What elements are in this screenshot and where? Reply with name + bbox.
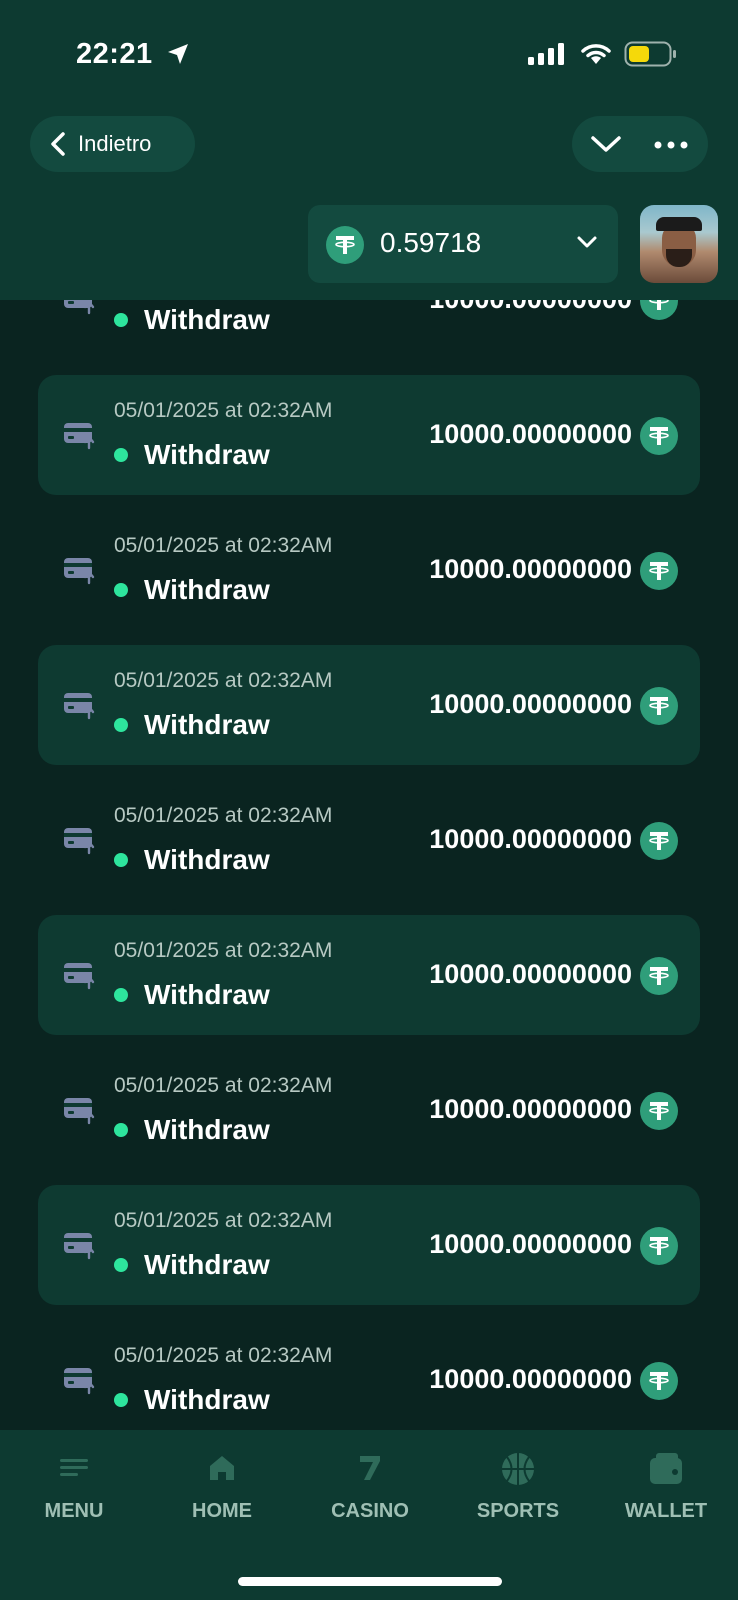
withdraw-card-icon [64,1233,95,1260]
transaction-amount: 10000.00000000 [429,1229,632,1259]
location-arrow-icon [168,44,188,64]
wifi-icon [581,44,611,64]
chevron-left-icon [51,132,65,156]
tether-coin-icon [326,226,364,264]
nav-label-wallet: WALLET [624,1500,708,1522]
transaction-type: Withdraw [144,1249,270,1280]
back-button-label: Indietro [78,131,152,156]
transaction-type: Withdraw [144,979,270,1010]
tether-coin-icon [640,1092,678,1130]
transaction-type: Withdraw [144,1114,270,1145]
withdraw-card-icon [64,1368,95,1395]
withdraw-card-icon [64,558,95,585]
transaction-type: Withdraw [144,1384,270,1415]
transaction-amount: 10000.00000000 [429,959,632,989]
tether-coin-icon [640,687,678,725]
transaction-date: 05/01/2025 at 02:32AM [114,939,333,962]
transaction-type: Withdraw [144,304,270,335]
transaction-type: Withdraw [144,574,270,605]
withdraw-card-icon [64,1098,95,1125]
balance-value: 0.59718 [380,227,482,258]
transaction-row[interactable]: 05/01/2025 at 02:32AMWithdraw10000.00000… [38,300,700,360]
transaction-type: Withdraw [144,709,270,740]
transaction-amount: 10000.00000000 [429,554,632,584]
bottom-nav: MENU HOME CASINO SPORTS WALLET [0,1430,738,1600]
chevron-down-icon[interactable] [590,132,622,156]
status-dot [114,1393,128,1407]
transaction-amount: 10000.00000000 [429,824,632,854]
transaction-row[interactable]: 05/01/2025 at 02:32AM Withdraw 10000.00000… [38,780,700,900]
transaction-date: 05/01/2025 at 02:32AM [114,1074,333,1097]
basketball-icon [502,1453,534,1485]
chevron-down-icon [577,236,597,248]
home-icon [210,1456,234,1480]
more-options-icon[interactable] [654,141,688,149]
tether-coin-icon [640,417,678,455]
transaction-row[interactable]: 05/01/2025 at 02:32AM Withdraw 10000.00000… [38,1050,700,1170]
status-dot [114,583,128,597]
tether-coin-icon [640,1227,678,1265]
transaction-row[interactable]: 05/01/2025 at 02:32AM Withdraw 10000.00000… [38,375,700,495]
transaction-row[interactable]: 05/01/2025 at 02:32AM Withdraw 10000.00000… [38,1185,700,1305]
transaction-date: 05/01/2025 at 02:32AM [114,1344,333,1367]
status-dot [114,853,128,867]
withdraw-card-icon [64,693,95,720]
battery-icon [624,41,676,67]
status-dot [114,988,128,1002]
back-button[interactable]: Indietro [30,116,195,172]
top-header: 22:21 Indietro 0.59718 [0,0,738,300]
home-indicator [238,1577,502,1586]
transaction-row[interactable]: 05/01/2025 at 02:32AM Withdraw 10000.00000… [38,1320,700,1430]
transaction-row[interactable]: 05/01/2025 at 02:32AM Withdraw 10000.00000… [38,645,700,765]
balance-selector[interactable]: 0.59718 [308,205,618,283]
tether-coin-icon [640,300,678,320]
nav-label-sports: SPORTS [476,1500,560,1522]
transaction-date: 05/01/2025 at 02:32AM [114,669,333,692]
transaction-list[interactable]: 05/01/2025 at 02:32AM Withdraw 10000.00000… [0,300,738,1430]
header-actions [572,116,708,172]
tether-coin-icon [640,822,678,860]
cellular-signal-icon [528,43,564,65]
transaction-date: 05/01/2025 at 02:32AM [114,804,333,827]
transaction-type: Withdraw [144,439,270,470]
tether-coin-icon [640,552,678,590]
transaction-date: 05/01/2025 at 02:32AM [114,1209,333,1232]
withdraw-card-icon [64,423,95,450]
tether-coin-icon [640,1362,678,1400]
transaction-date: 05/01/2025 at 02:32AM [114,399,333,422]
casino-seven-icon [360,1456,380,1480]
avatar-cap [656,217,702,231]
status-time: 22:21 [76,38,153,70]
withdraw-card-icon [64,300,95,315]
withdraw-card-icon [64,963,95,990]
withdraw-card-icon [64,828,95,855]
transaction-row[interactable]: 05/01/2025 at 02:32AM Withdraw 10000.00000… [38,510,700,630]
transaction-amount: 10000.00000000 [429,300,632,315]
transaction-row[interactable]: 05/01/2025 at 02:32AM Withdraw 10000.00000… [38,915,700,1035]
status-dot [114,448,128,462]
status-dot [114,1123,128,1137]
tether-coin-icon [640,957,678,995]
nav-label-menu: MENU [44,1500,104,1522]
transaction-amount: 10000.00000000 [429,1364,632,1394]
transaction-amount: 10000.00000000 [429,689,632,719]
nav-label-casino: CASINO [331,1500,409,1522]
wallet-icon [650,1453,682,1484]
avatar[interactable] [640,205,718,283]
transaction-date: 05/01/2025 at 02:32AM [114,534,333,557]
transaction-amount: 10000.00000000 [429,419,632,449]
menu-icon [60,1459,88,1476]
status-dot [114,718,128,732]
status-dot [114,313,128,327]
transaction-type: Withdraw [144,844,270,875]
nav-label-home: HOME [192,1500,252,1522]
status-dot [114,1258,128,1272]
transaction-amount: 10000.00000000 [429,1094,632,1124]
